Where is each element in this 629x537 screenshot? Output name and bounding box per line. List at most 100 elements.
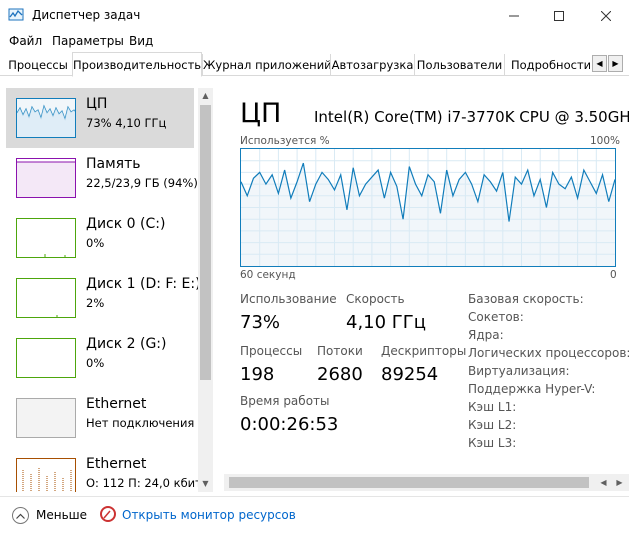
resource-disk-1[interactable]: Диск 1 (D: F: E:) 2% xyxy=(6,268,201,328)
resource-value: Нет подключения xyxy=(86,416,195,430)
cpu-detail-panel: ЦП Intel(R) Core(TM) i7-3770K CPU @ 3.50… xyxy=(224,88,629,492)
open-resource-monitor-link[interactable]: Открыть монитор ресурсов xyxy=(122,508,296,522)
info-l1-cache: Кэш L1: xyxy=(468,400,517,414)
resource-value: 0% xyxy=(86,356,105,370)
chevron-up-icon: ▲ xyxy=(202,91,209,100)
footer-bar: Меньше Открыть монитор ресурсов xyxy=(0,496,629,537)
info-cores: Ядра: xyxy=(468,328,504,342)
info-l2-cache: Кэш L2: xyxy=(468,418,517,432)
speed-value: 4,10 ГГц xyxy=(346,312,427,333)
uptime-label: Время работы xyxy=(240,394,330,408)
info-hyper-v: Поддержка Hyper-V: xyxy=(468,382,596,396)
resource-disk-2[interactable]: Диск 2 (G:) 0% xyxy=(6,328,194,388)
resource-name: Ethernet xyxy=(86,396,147,412)
tab-scroll-left-button[interactable]: ◀ xyxy=(592,55,607,72)
tab-processes[interactable]: Процессы xyxy=(3,54,73,76)
task-manager-icon xyxy=(8,8,24,21)
threads-label: Потоки xyxy=(317,344,363,358)
resource-list-scrollbar[interactable]: ▲ ▼ xyxy=(198,88,213,492)
graph-grid xyxy=(241,149,615,266)
resource-value: 0% xyxy=(86,236,105,250)
cpu-title: ЦП xyxy=(240,98,282,129)
minimize-button[interactable] xyxy=(491,0,537,31)
scroll-left-button[interactable]: ◀ xyxy=(596,475,611,490)
menu-options[interactable]: Параметры xyxy=(52,34,124,48)
processes-label: Процессы xyxy=(240,344,303,358)
resource-ethernet[interactable]: Ethernet О: 112 П: 24,0 кбит/ xyxy=(6,448,206,492)
arrow-right-icon: ▶ xyxy=(612,59,619,68)
window-title: Диспетчер задач xyxy=(32,8,141,22)
cpu-model: Intel(R) Core(TM) i7-3770K CPU @ 3.50GHz xyxy=(314,108,629,126)
resource-name: Диск 0 (C:) xyxy=(86,216,166,232)
scrollbar-thumb[interactable] xyxy=(229,477,589,488)
handles-value: 89254 xyxy=(381,364,439,385)
menu-view[interactable]: Вид xyxy=(129,34,153,48)
ethernet-mini-graph xyxy=(16,458,76,492)
tab-users[interactable]: Пользователи xyxy=(414,54,504,76)
resource-value: 22,5/23,9 ГБ (94%) xyxy=(86,176,198,190)
chevron-left-icon: ◀ xyxy=(600,478,607,487)
processes-value: 198 xyxy=(240,364,275,385)
tab-startup[interactable]: Автозагрузка xyxy=(330,54,414,76)
resource-value: 2% xyxy=(86,296,105,310)
minimize-icon xyxy=(509,15,519,16)
disk-1-mini-graph xyxy=(16,278,76,318)
resource-monitor-icon xyxy=(100,506,116,522)
info-l3-cache: Кэш L3: xyxy=(468,436,517,450)
scroll-down-button[interactable]: ▼ xyxy=(198,476,213,491)
memory-mini-graph xyxy=(16,158,76,198)
fewer-details-button[interactable] xyxy=(12,507,29,524)
cpu-usage-graph xyxy=(240,148,616,267)
chevron-right-icon: ▶ xyxy=(616,478,623,487)
fewer-details-link[interactable]: Меньше xyxy=(36,508,87,522)
info-base-speed: Базовая скорость: xyxy=(468,292,584,306)
menu-bar: Файл Параметры Вид xyxy=(0,31,629,51)
scroll-right-button[interactable]: ▶ xyxy=(612,475,627,490)
info-sockets: Сокетов: xyxy=(468,310,524,324)
resource-list: ЦП 73% 4,10 ГГц Память 22,5/23,9 ГБ (94%… xyxy=(0,77,212,492)
handles-label: Дескрипторы xyxy=(381,344,467,358)
resource-name: Память xyxy=(86,156,141,172)
info-logical-processors: Логических процессоров: xyxy=(468,346,629,360)
resource-memory[interactable]: Память 22,5/23,9 ГБ (94%) xyxy=(6,148,198,208)
cpu-usage-chart xyxy=(240,149,616,266)
arrow-left-icon: ◀ xyxy=(596,59,603,68)
graph-max-label: 100% xyxy=(590,135,621,147)
chevron-down-icon: ▼ xyxy=(202,479,209,488)
menu-file[interactable]: Файл xyxy=(9,34,42,48)
maximize-icon xyxy=(554,10,564,21)
disk-0-mini-graph xyxy=(16,218,76,258)
tab-bar: Процессы Производительность Журнал прило… xyxy=(0,52,629,77)
graph-time-label: 60 секунд xyxy=(240,269,296,281)
resource-name: Диск 2 (G:) xyxy=(86,336,167,352)
chevron-up-icon xyxy=(16,513,25,519)
title-bar: Диспетчер задач xyxy=(0,0,629,31)
tab-details[interactable]: Подробности xyxy=(504,54,590,76)
usage-label: Использование xyxy=(240,292,337,306)
speed-label: Скорость xyxy=(346,292,405,306)
tab-performance[interactable]: Производительность xyxy=(72,52,202,77)
tab-scroll-right-button[interactable]: ▶ xyxy=(608,55,623,72)
info-virtualization: Виртуализация: xyxy=(468,364,570,378)
tab-app-history[interactable]: Журнал приложений xyxy=(202,54,332,76)
cpu-mini-graph xyxy=(16,98,76,138)
resource-value: 73% 4,10 ГГц xyxy=(86,116,167,130)
resource-name: Диск 1 (D: F: E:) xyxy=(86,276,201,292)
scrollbar-thumb[interactable] xyxy=(200,105,211,380)
usage-value: 73% xyxy=(240,312,281,333)
threads-value: 2680 xyxy=(317,364,363,385)
resource-name: Ethernet xyxy=(86,456,147,472)
ethernet-mini-graph xyxy=(16,398,76,438)
close-button[interactable] xyxy=(583,0,629,31)
resource-cpu[interactable]: ЦП 73% 4,10 ГГц xyxy=(6,88,194,148)
resource-ethernet-disconnected[interactable]: Ethernet Нет подключения xyxy=(6,388,194,448)
resource-name: ЦП xyxy=(86,96,108,112)
detail-horizontal-scrollbar[interactable]: ◀ ▶ xyxy=(224,474,629,491)
graph-min-label: 0 xyxy=(610,269,617,281)
graph-label: Используется % xyxy=(240,135,330,147)
maximize-button[interactable] xyxy=(536,0,582,31)
scroll-up-button[interactable]: ▲ xyxy=(198,88,213,103)
disk-2-mini-graph xyxy=(16,338,76,378)
resource-disk-0[interactable]: Диск 0 (C:) 0% xyxy=(6,208,194,268)
resource-value: О: 112 П: 24,0 кбит/ xyxy=(86,476,206,490)
